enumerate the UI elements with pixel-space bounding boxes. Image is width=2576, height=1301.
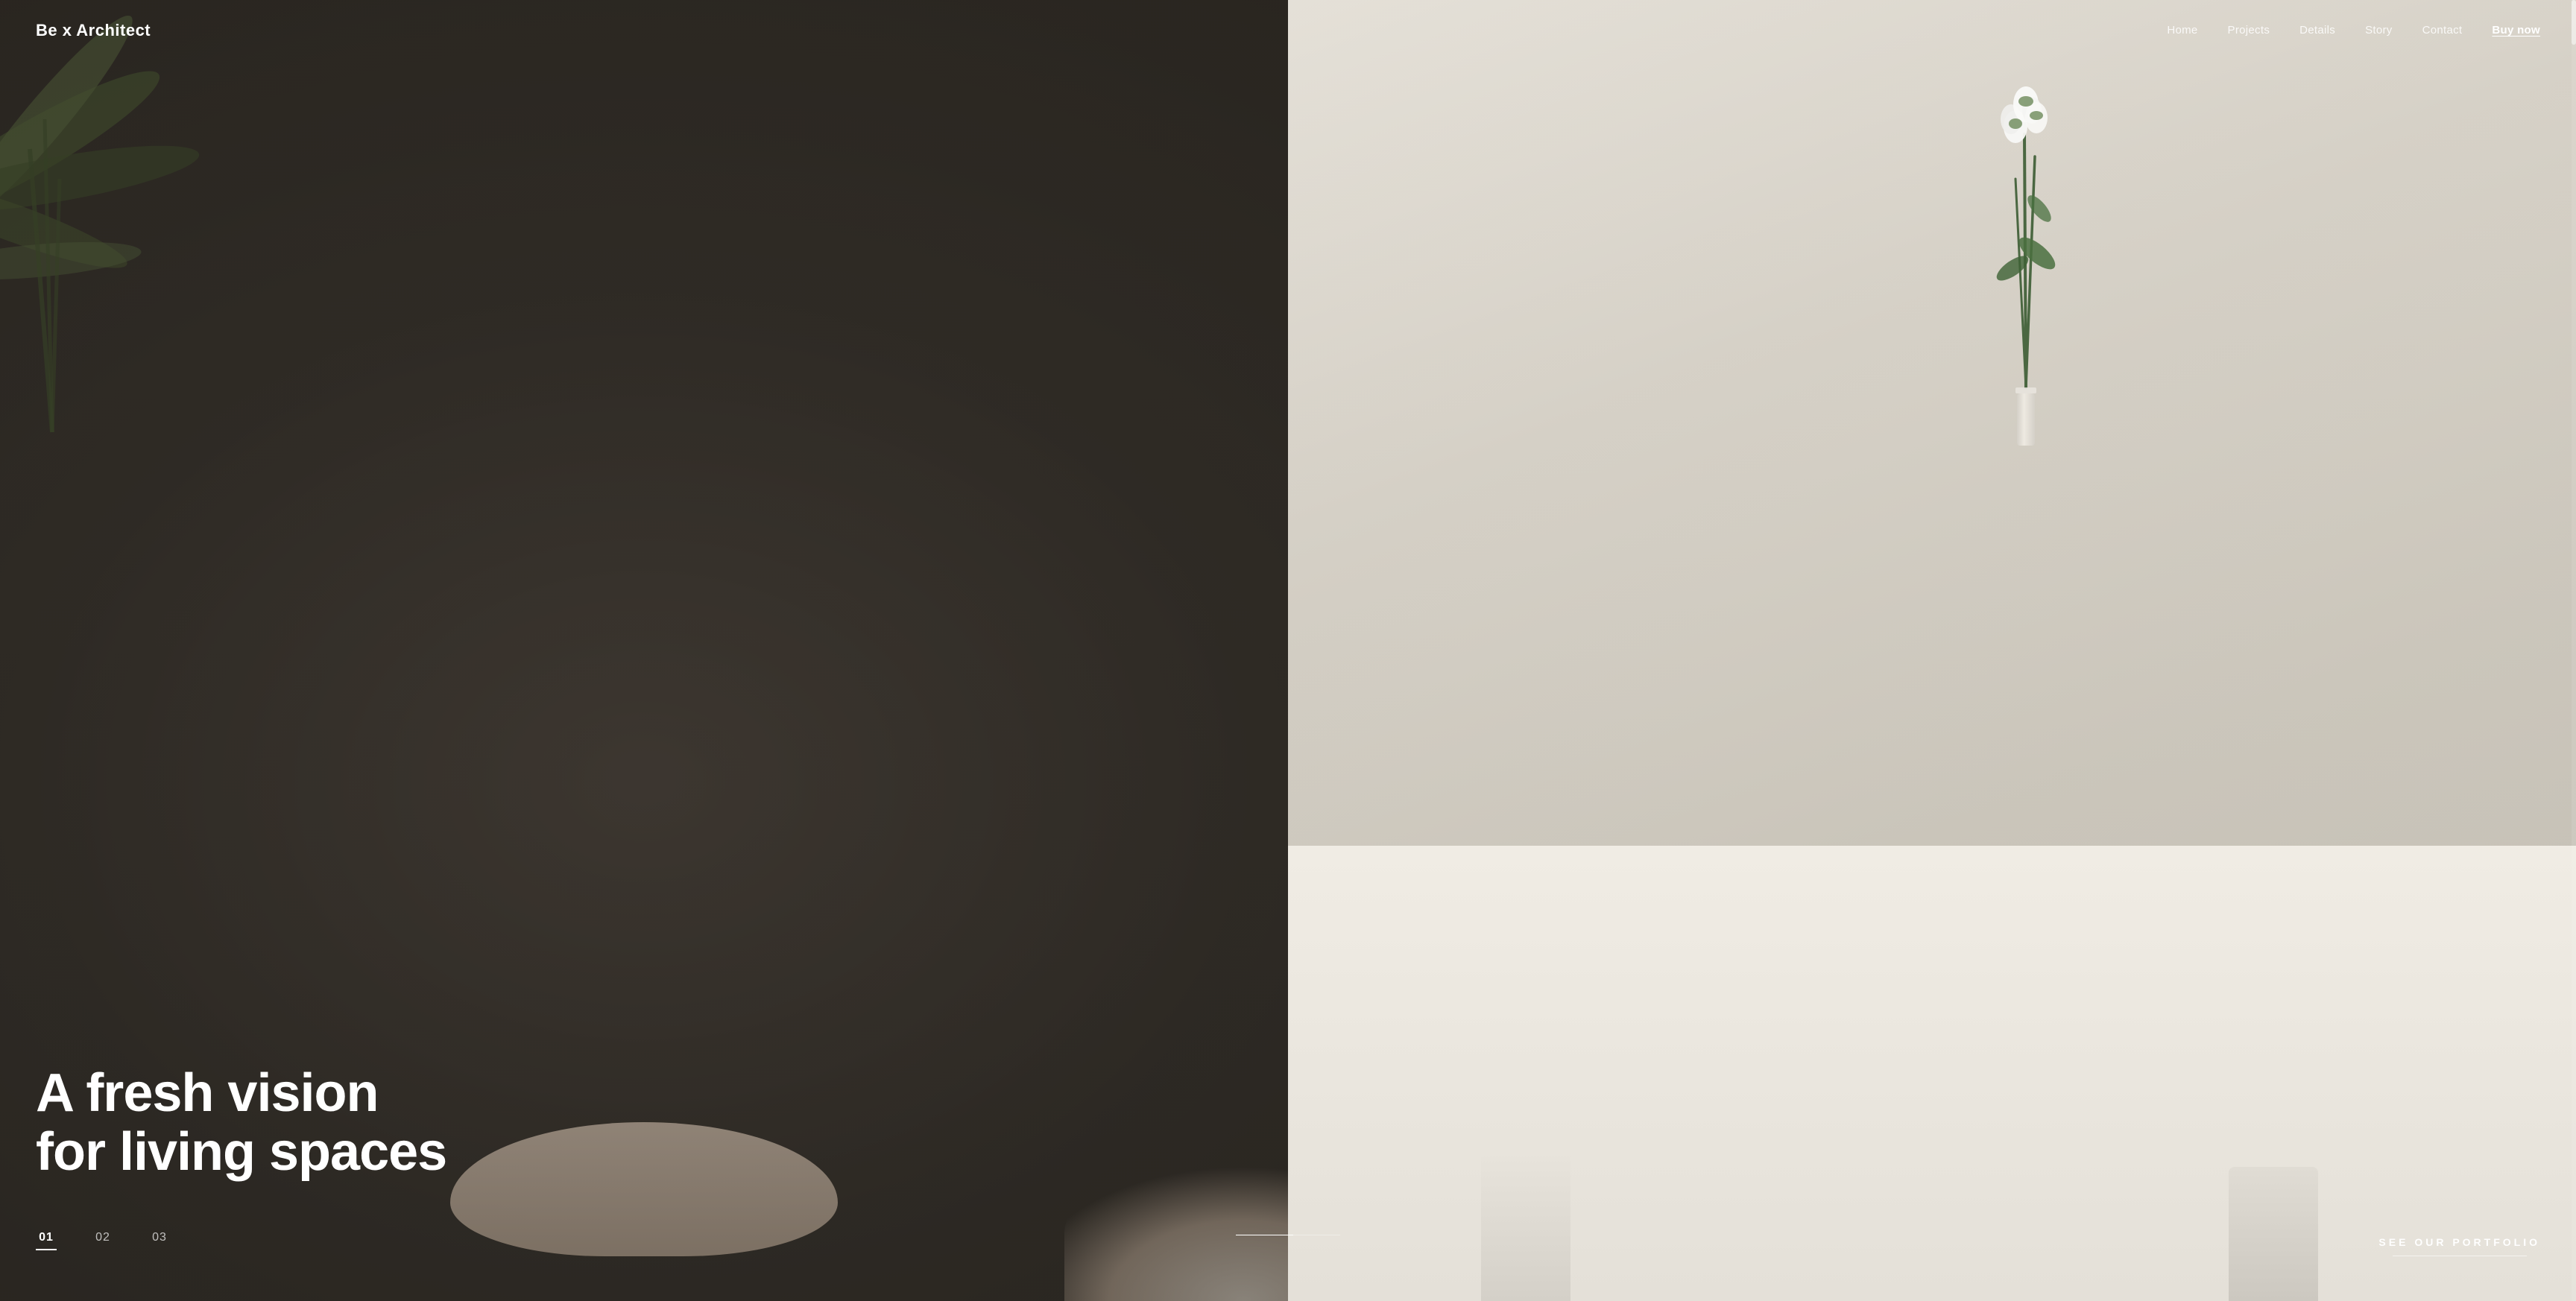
hero-text-block: A fresh vision for living spaces <box>36 1064 446 1182</box>
slide-underline-2 <box>92 1249 113 1250</box>
site-header: Be x Architect <box>0 0 1288 61</box>
hero-headline: A fresh vision for living spaces <box>36 1064 446 1182</box>
plant-decoration <box>0 0 246 447</box>
flower-vase <box>1951 30 2100 462</box>
nav-contact[interactable]: Contact <box>2422 24 2463 37</box>
portfolio-cta: SEE OUR PORTFOLIO <box>2378 1236 2540 1257</box>
scrollbar[interactable] <box>2572 0 2576 1301</box>
site-nav: Home Projects Details Story Contact Buy … <box>1932 0 2576 60</box>
slide-underline-3 <box>149 1249 170 1250</box>
portfolio-cta-text[interactable]: SEE OUR PORTFOLIO <box>2378 1236 2540 1248</box>
left-panel: A fresh vision for living spaces 01 02 0… <box>0 0 1288 1301</box>
cta-underline <box>2393 1256 2527 1257</box>
progress-bar <box>1236 1235 1340 1236</box>
slide-indicator-1[interactable]: 01 <box>36 1231 57 1250</box>
slide-indicators: 01 02 03 <box>36 1231 170 1250</box>
nav-home[interactable]: Home <box>2167 24 2197 37</box>
nav-story[interactable]: Story <box>2365 24 2393 37</box>
chair-left <box>1481 1152 1570 1301</box>
nav-details[interactable]: Details <box>2299 24 2335 37</box>
slide-indicator-2[interactable]: 02 <box>92 1231 113 1250</box>
nav-projects[interactable]: Projects <box>2228 24 2270 37</box>
scrollbar-thumb[interactable] <box>2572 0 2576 45</box>
page-wrapper: A fresh vision for living spaces 01 02 0… <box>0 0 2576 1301</box>
slide-indicator-3[interactable]: 03 <box>149 1231 170 1250</box>
progress-track <box>1236 1235 1340 1236</box>
right-panel: Home Projects Details Story Contact Buy … <box>1288 0 2576 1301</box>
progress-fill <box>1236 1235 1293 1236</box>
slide-underline-1 <box>36 1249 57 1250</box>
site-logo[interactable]: Be x Architect <box>36 21 151 40</box>
chair-right <box>2229 1167 2318 1301</box>
nav-buy-now[interactable]: Buy now <box>2492 24 2540 37</box>
dining-table <box>1288 846 2576 1301</box>
